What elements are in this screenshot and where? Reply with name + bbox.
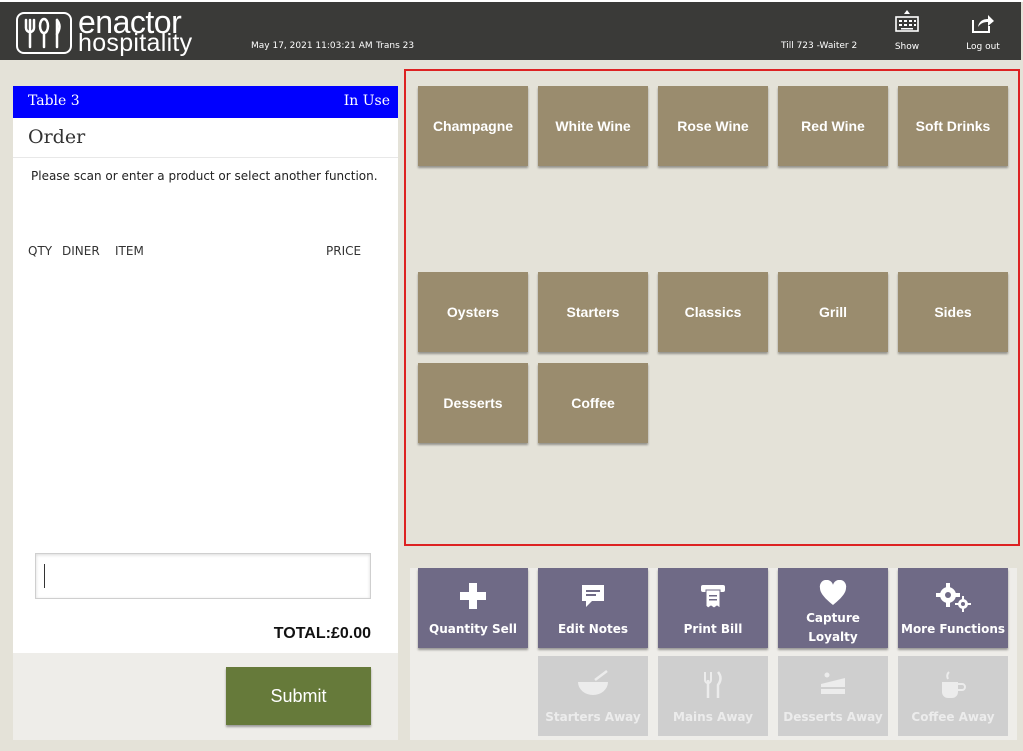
category-red-wine[interactable]: Red Wine (778, 86, 888, 166)
function-label: Edit Notes (557, 622, 629, 636)
desserts-away-button: Desserts Away (778, 656, 888, 736)
table-status-bar[interactable]: Table 3 In Use (13, 86, 398, 118)
print-bill-button[interactable]: Print Bill (658, 568, 768, 648)
category-soft-drinks[interactable]: Soft Drinks (898, 86, 1008, 166)
category-rose-wine[interactable]: Rose Wine (658, 86, 768, 166)
submit-button[interactable]: Submit (226, 667, 371, 725)
plus-icon (460, 583, 486, 609)
category-white-wine[interactable]: White Wine (538, 86, 648, 166)
keyboard-icon (895, 10, 919, 32)
divider (13, 157, 398, 158)
category-coffee[interactable]: Coffee (538, 363, 648, 443)
app-header: enactor hospitality May 17, 2021 11:03:2… (0, 2, 1021, 60)
heart-icon (819, 580, 847, 605)
function-label: Quantity Sell (429, 622, 517, 636)
more-functions-button[interactable]: More Functions (898, 568, 1008, 648)
text-caret (44, 564, 45, 588)
edit-notes-button[interactable]: Edit Notes (538, 568, 648, 648)
capture-loyalty-button[interactable]: Capture Loyalty (778, 568, 888, 648)
quantity-sell-button[interactable]: Quantity Sell (418, 568, 528, 648)
function-label: Coffee Away (911, 710, 995, 724)
logout-button[interactable]: Log out (953, 8, 1013, 58)
table-status: In Use (343, 93, 390, 109)
scan-input[interactable] (35, 553, 371, 599)
notes-icon (582, 585, 604, 607)
category-classics[interactable]: Classics (658, 272, 768, 352)
show-label: Show (894, 42, 920, 52)
col-diner: DINER (62, 244, 100, 258)
order-prompt: Please scan or enter a product or select… (31, 169, 378, 183)
category-starters[interactable]: Starters (538, 272, 648, 352)
cake-icon (821, 672, 845, 694)
transaction-number: Trans 23 (376, 41, 415, 51)
category-grill[interactable]: Grill (778, 272, 888, 352)
category-champagne[interactable]: Champagne (418, 86, 528, 166)
order-title: Order (28, 126, 86, 148)
category-sides[interactable]: Sides (898, 272, 1008, 352)
coffee-away-button: Coffee Away (898, 656, 1008, 736)
table-name: Table 3 (28, 93, 80, 109)
cup-icon (942, 671, 966, 698)
function-label: More Functions (901, 622, 1005, 636)
starters-away-button: Starters Away (538, 656, 648, 736)
cutlery-icon (704, 671, 722, 698)
header-datetime: May 17, 2021 11:03:21 AM (251, 41, 373, 51)
cutlery-logo-icon (16, 12, 72, 54)
col-price: PRICE (326, 244, 362, 258)
function-label: Print Bill (683, 622, 743, 636)
menu-category-area: Champagne White Wine Rose Wine Red Wine … (404, 69, 1020, 546)
brand-logo: enactor hospitality (16, 4, 206, 57)
function-label: Capture Loyalty (806, 611, 860, 644)
order-panel: Table 3 In Use Order Please scan or ente… (13, 86, 398, 740)
function-button-area: Quantity Sell Edit Notes Print Bill Capt… (410, 568, 1017, 740)
function-label: Starters Away (545, 710, 641, 724)
receipt-icon (701, 585, 725, 609)
category-oysters[interactable]: Oysters (418, 272, 528, 352)
logout-label: Log out (966, 42, 1000, 52)
till-waiter-info: Till 723 -Waiter 2 (781, 41, 858, 51)
brand-subtitle: hospitality (78, 29, 193, 57)
col-qty: QTY (28, 244, 53, 258)
category-desserts[interactable]: Desserts (418, 363, 528, 443)
order-total: TOTAL:£0.00 (273, 625, 371, 642)
function-label: Desserts Away (783, 710, 883, 724)
mains-away-button: Mains Away (658, 656, 768, 736)
gears-icon (936, 583, 971, 612)
function-label: Mains Away (673, 710, 753, 724)
show-keyboard-button[interactable]: Show (877, 8, 937, 58)
bowl-icon (578, 670, 608, 695)
share-logout-icon (972, 15, 994, 33)
col-item: ITEM (115, 244, 144, 258)
